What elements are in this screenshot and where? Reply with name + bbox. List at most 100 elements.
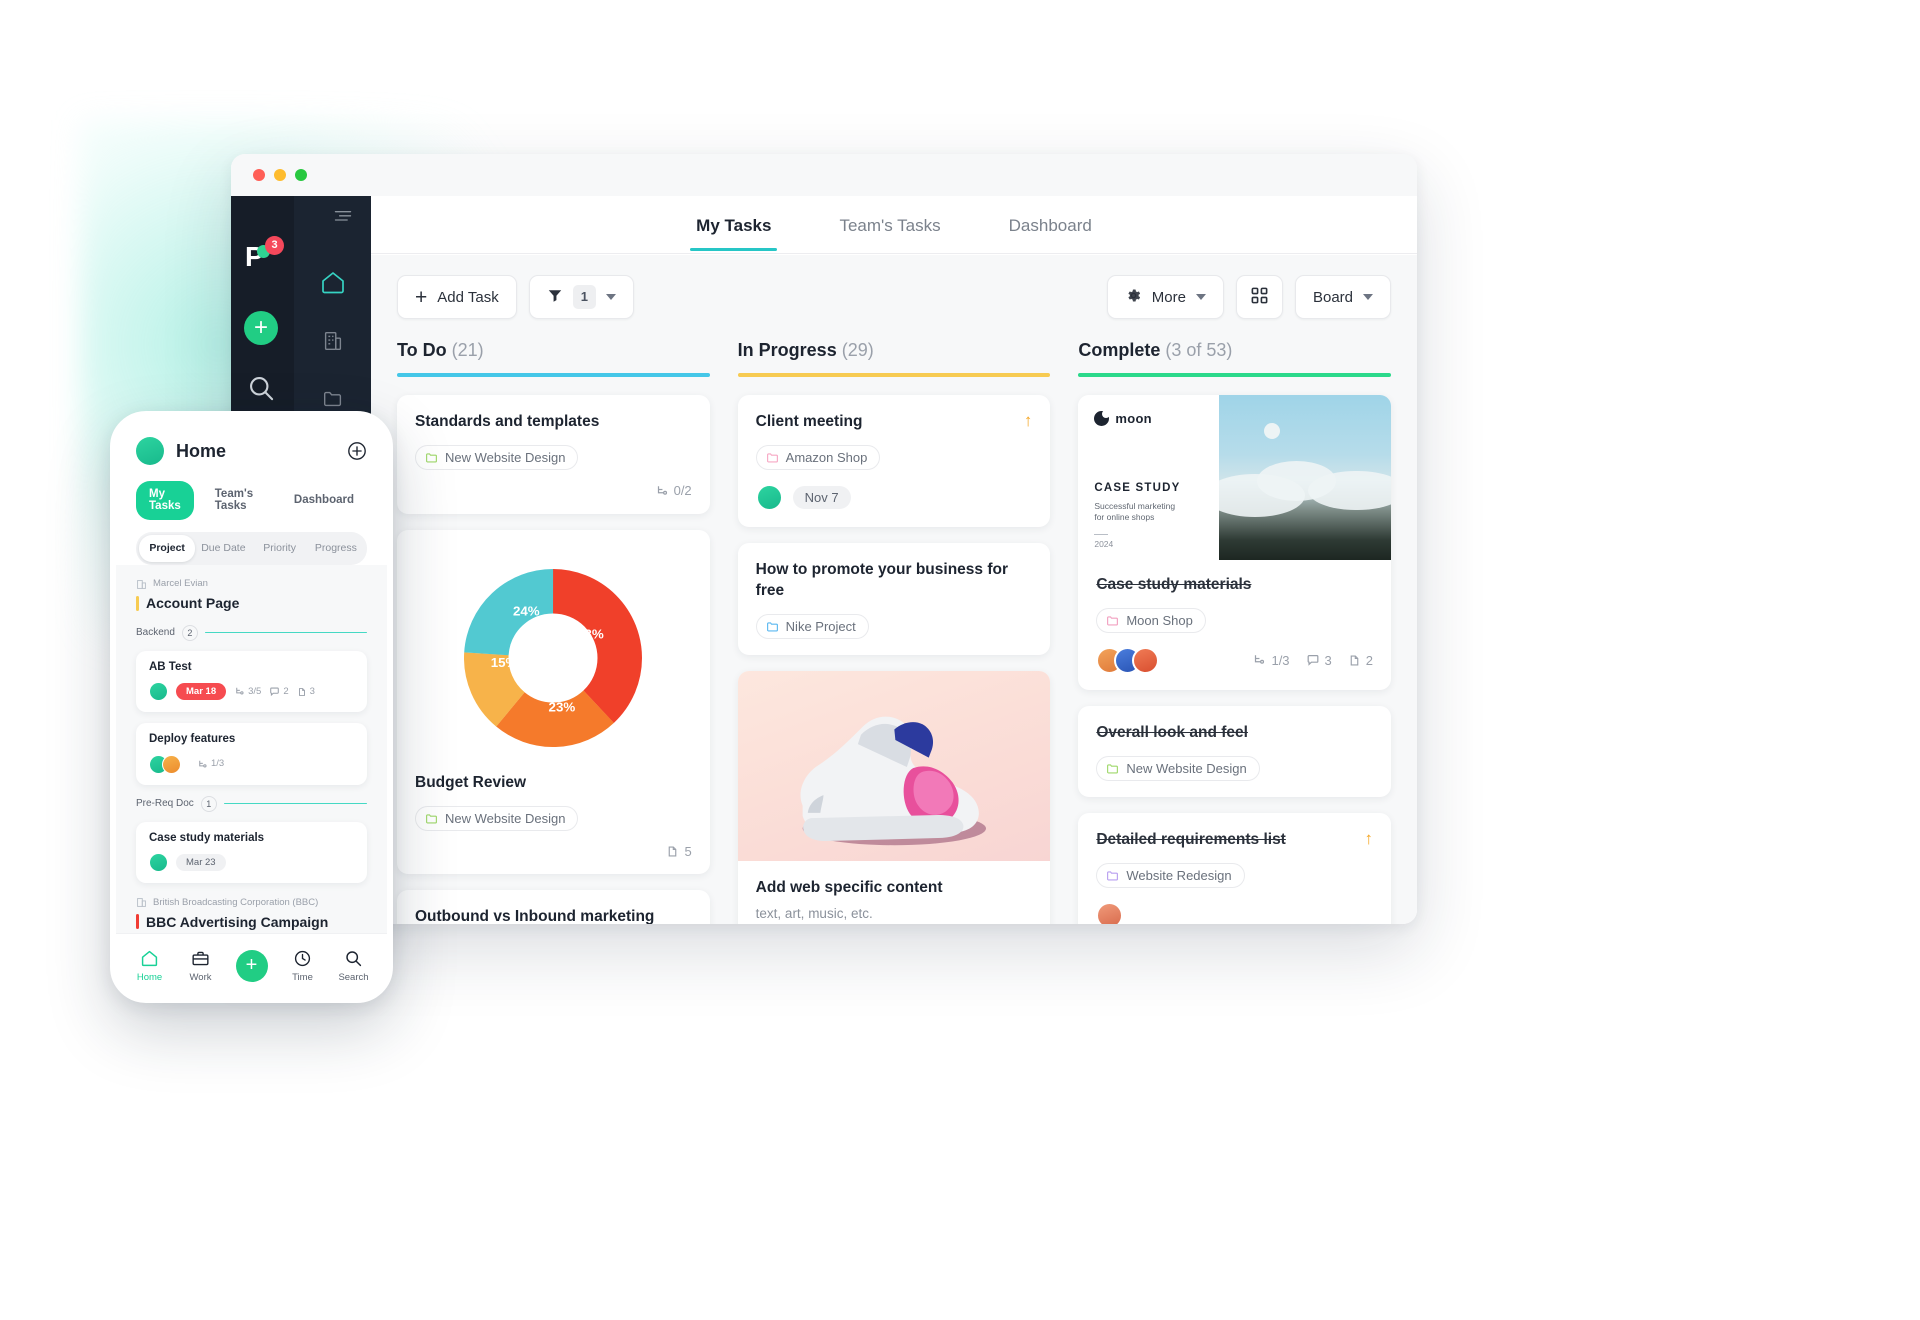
project-name: Moon Shop — [1126, 612, 1193, 628]
main-panel: My Tasks Team's Tasks Dashboard + Add Ta… — [371, 196, 1417, 924]
moon-graphic — [1263, 423, 1280, 440]
project-chip[interactable]: Moon Shop — [1096, 607, 1206, 633]
nav-label: Time — [292, 971, 313, 983]
organization-icon — [137, 579, 146, 589]
comment-meta: 2 — [269, 686, 289, 697]
segment-due-date[interactable]: Due Date — [195, 535, 251, 562]
avatar[interactable] — [149, 682, 168, 701]
sidebar-item-home[interactable]: Home — [294, 254, 371, 312]
file-count: 2 — [1365, 652, 1374, 668]
assignee-avatars[interactable] — [1096, 646, 1160, 674]
task-card[interactable]: Overall look and feel New Website Design — [1078, 705, 1392, 797]
phone-tab-bar: My Tasks Team's Tasks Dashboard — [136, 481, 367, 520]
nav-label: Search — [338, 971, 369, 983]
add-icon[interactable] — [347, 441, 367, 461]
list-item[interactable]: Case study materials Mar 23 — [136, 821, 367, 883]
tab-dashboard[interactable]: Dashboard — [281, 487, 367, 515]
window-minimize-button[interactable] — [274, 169, 286, 181]
task-card[interactable]: How to promote your business for free Ni… — [737, 542, 1051, 655]
task-title: Case study materials — [1096, 576, 1252, 593]
tab-teams-tasks[interactable]: Team's Tasks — [202, 481, 273, 520]
task-cover-image — [737, 670, 1051, 861]
organization-icon — [137, 898, 146, 907]
board-area: + Add Task 1 More Board To Do (21) Stand… — [371, 255, 1417, 924]
list-item[interactable]: AB Test Mar 18 3/5 2 3 — [136, 650, 367, 712]
sidebar-item-organization[interactable]: Organization — [294, 312, 371, 370]
project-name: Amazon Shop — [785, 449, 868, 465]
phone-task-list[interactable]: Marcel Evian Account Page Backend 2 AB T… — [116, 564, 387, 935]
project-name[interactable]: Account Page — [136, 595, 367, 611]
subtask-meta: 3/5 — [234, 686, 261, 697]
sidebar-search-icon[interactable] — [247, 374, 275, 402]
notification-badge[interactable]: 3 — [265, 236, 284, 255]
avatar[interactable] — [1132, 646, 1160, 674]
task-card[interactable]: Outbound vs Inbound marketing strategies… — [397, 889, 710, 924]
avatar[interactable] — [149, 853, 168, 872]
project-chip[interactable]: New Website Design — [415, 805, 579, 831]
task-title: Standards and templates — [415, 413, 600, 430]
task-group-header: Pre-Req Doc 1 — [136, 795, 367, 812]
window-maximize-button[interactable] — [295, 169, 307, 181]
avatar[interactable] — [755, 483, 783, 511]
priority-up-icon: ↑ — [1023, 411, 1033, 430]
nav-item-work[interactable]: Work — [175, 949, 226, 983]
sidebar-add-button[interactable]: + — [244, 311, 278, 345]
chart-card[interactable]: 38% 23% 15% 24% Budget Review New Websit… — [397, 529, 710, 874]
due-date-badge: Mar 18 — [176, 682, 227, 701]
project-name: Nike Project — [785, 618, 856, 634]
nav-label: Work — [189, 971, 212, 983]
case-study-cover-text: moon CASE STUDY Successful marketing for… — [1078, 395, 1220, 560]
nav-item-home[interactable]: Home — [124, 949, 175, 983]
task-title: Overall look and feel — [1096, 723, 1248, 741]
nav-label: Home — [136, 971, 163, 983]
project-org: Marcel Evian — [136, 579, 367, 590]
project-chip[interactable]: Amazon Shop — [755, 444, 881, 470]
nav-item-time[interactable]: Time — [277, 949, 328, 983]
segment-project[interactable]: Project — [139, 535, 196, 562]
project-chip[interactable]: New Website Design — [1096, 755, 1260, 781]
grid-view-button[interactable] — [1235, 275, 1283, 319]
task-card[interactable]: Detailed requirements list ↑ Website Red… — [1078, 812, 1392, 924]
folder-icon — [426, 453, 437, 463]
task-card[interactable]: Client meeting ↑ Amazon Shop Nov 7 — [737, 395, 1051, 527]
filter-button[interactable]: 1 — [528, 275, 634, 319]
task-title: Detailed requirements list — [1096, 830, 1286, 848]
project-chip[interactable]: New Website Design — [415, 444, 579, 470]
column-in-progress: In Progress (29) Client meeting ↑ Amazon… — [737, 341, 1051, 924]
project-chip[interactable]: Website Redesign — [1096, 862, 1245, 888]
chart-label-2: 23% — [549, 699, 576, 714]
app-logo[interactable]: P 3 — [245, 236, 284, 276]
nav-item-search[interactable]: Search — [328, 949, 379, 983]
segment-progress[interactable]: Progress — [308, 535, 364, 562]
board-toolbar: + Add Task 1 More Board — [397, 275, 1391, 319]
tab-my-tasks[interactable]: My Tasks — [690, 199, 778, 251]
card-footer: Nov 7 — [755, 483, 1033, 511]
plus-icon[interactable]: + — [235, 949, 268, 982]
folder-icon — [426, 814, 437, 824]
tab-my-tasks[interactable]: My Tasks — [136, 481, 194, 520]
more-button[interactable]: More — [1106, 275, 1224, 319]
chart-label-3: 15% — [491, 655, 518, 670]
project-name: Website Redesign — [1126, 867, 1232, 883]
window-close-button[interactable] — [253, 169, 265, 181]
tab-teams-tasks[interactable]: Team's Tasks — [833, 199, 946, 250]
avatar[interactable] — [136, 437, 164, 465]
project-chip[interactable]: Nike Project — [755, 613, 869, 639]
tab-dashboard[interactable]: Dashboard — [1003, 199, 1098, 250]
task-card[interactable]: Standards and templates New Website Desi… — [397, 395, 710, 514]
list-item[interactable]: Deploy features 1/3 — [136, 723, 367, 785]
avatar[interactable] — [162, 754, 181, 774]
avatar[interactable] — [1096, 901, 1124, 924]
add-task-button[interactable]: + Add Task — [397, 275, 517, 319]
image-task-card[interactable]: Add web specific content text, art, musi… — [737, 670, 1051, 924]
nav-item-add[interactable]: + — [226, 949, 277, 982]
case-study-card[interactable]: moon CASE STUDY Successful marketing for… — [1078, 395, 1392, 690]
column-to-do: To Do (21) Standards and templates New We… — [397, 341, 710, 924]
view-switcher-button[interactable]: Board — [1294, 275, 1391, 319]
folder-icon — [766, 622, 778, 632]
subtask-icon — [657, 486, 667, 495]
assignee-avatars[interactable] — [149, 754, 181, 774]
segment-priority[interactable]: Priority — [252, 535, 308, 562]
cloud-graphic — [1308, 470, 1392, 511]
project-name[interactable]: BBC Advertising Campaign — [136, 914, 367, 929]
